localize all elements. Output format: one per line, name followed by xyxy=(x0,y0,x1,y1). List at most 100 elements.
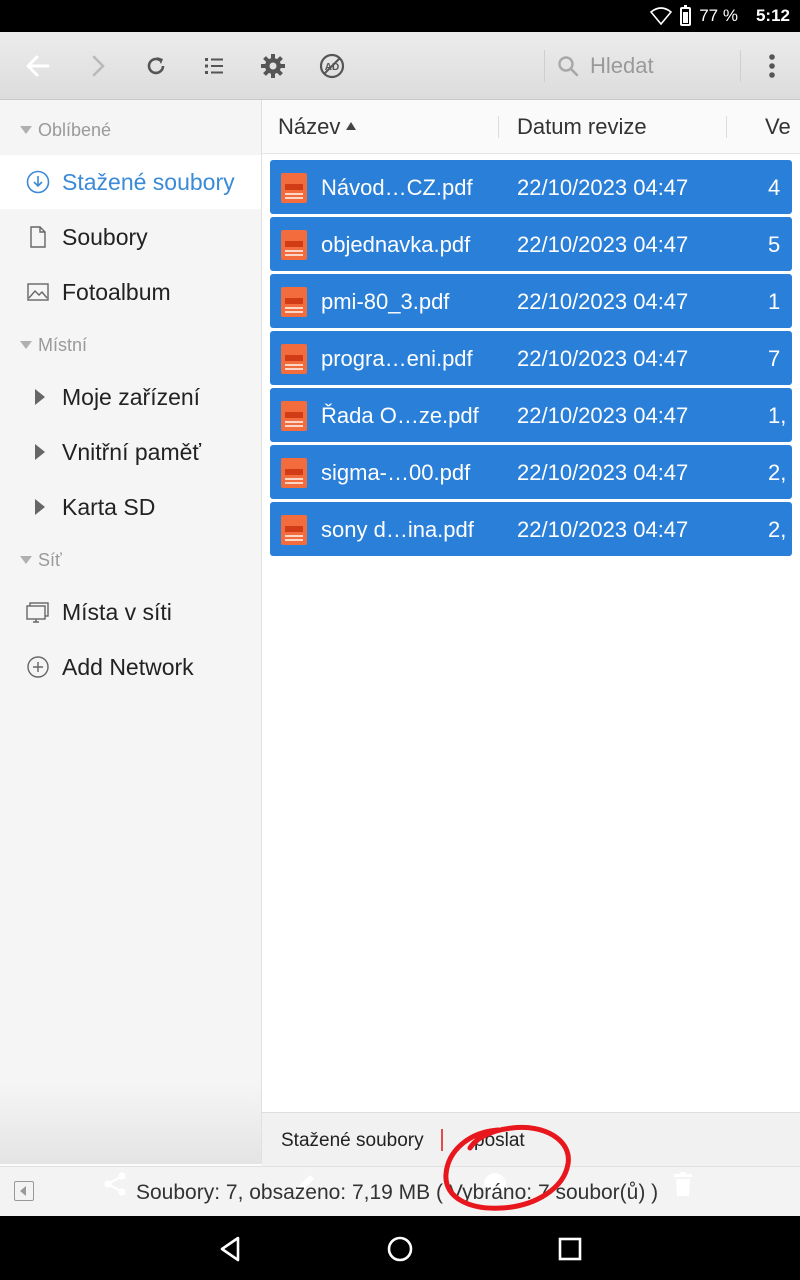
column-name-header[interactable]: Název xyxy=(278,114,357,140)
section-favorites[interactable]: Oblíbené xyxy=(20,118,111,142)
toolbar: AD Hledat xyxy=(0,32,800,100)
expand-arrow-icon xyxy=(35,499,45,515)
table-row[interactable]: sony d…ina.pdf 22/10/2023 04:47 2, xyxy=(270,502,792,556)
sidebar-item-label: Místa v síti xyxy=(62,598,172,625)
column-header: Název Datum revize Ve xyxy=(262,100,800,154)
table-row[interactable]: objednavka.pdf 22/10/2023 04:47 5 xyxy=(270,217,792,271)
pdf-file-icon xyxy=(281,458,307,488)
download-icon xyxy=(26,170,50,194)
clock: 5:12 xyxy=(755,6,790,25)
sidebar-fade xyxy=(0,1084,261,1164)
file-date: 22/10/2023 04:47 xyxy=(517,232,689,257)
file-date: 22/10/2023 04:47 xyxy=(517,403,689,428)
table-row[interactable]: Návod…CZ.pdf 22/10/2023 04:47 4 xyxy=(270,160,792,214)
sidebar-item-downloads[interactable]: Stažené soubory xyxy=(0,155,261,209)
monitor-icon xyxy=(26,602,49,623)
file-name: pmi-80_3.pdf xyxy=(321,289,450,314)
system-nav-bar xyxy=(0,1216,800,1280)
list-view-icon xyxy=(205,58,223,74)
pdf-file-icon xyxy=(281,230,307,260)
send-action-label[interactable]: poslat xyxy=(474,1130,525,1152)
share-button[interactable] xyxy=(98,1167,132,1201)
section-local[interactable]: Místní xyxy=(20,333,87,357)
arrow-right-icon xyxy=(92,55,105,77)
search-icon xyxy=(558,56,579,77)
wifi-icon xyxy=(650,7,673,25)
search-placeholder: Hledat xyxy=(590,53,654,78)
sidebar-item-label: Vnitřní paměť xyxy=(62,438,202,465)
file-date: 22/10/2023 04:47 xyxy=(517,346,689,371)
file-size: 7 xyxy=(768,346,781,371)
sidebar: Oblíbené Stažené soubory Soubory Fotoalb… xyxy=(0,100,262,1164)
table-row[interactable]: pmi-80_3.pdf 22/10/2023 04:47 1 xyxy=(270,274,792,328)
file-size: 2, xyxy=(768,517,787,542)
battery-level: 77 % xyxy=(699,6,738,25)
table-row[interactable]: progra…eni.pdf 22/10/2023 04:47 7 xyxy=(270,331,792,385)
share-icon xyxy=(104,1172,126,1196)
expand-arrow-icon xyxy=(35,389,45,405)
file-name: Návod…CZ.pdf xyxy=(321,175,473,200)
breadcrumb: Stažené soubory poslat xyxy=(262,1112,800,1166)
file-name: progra…eni.pdf xyxy=(321,346,473,371)
table-row[interactable]: sigma-…00.pdf 22/10/2023 04:47 2, xyxy=(270,445,792,499)
file-name: sony d…ina.pdf xyxy=(321,517,474,542)
collapse-sidebar-icon[interactable] xyxy=(14,1181,34,1201)
column-divider xyxy=(726,116,727,138)
sidebar-item-add-network[interactable]: Add Network xyxy=(0,640,261,694)
nav-home-icon[interactable] xyxy=(385,1234,415,1264)
sidebar-item-label: Moje zařízení xyxy=(62,383,201,410)
file-list-pane: Název Datum revize Ve Návod…CZ.pdf 22/10/… xyxy=(262,100,800,1144)
file-date: 22/10/2023 04:47 xyxy=(517,289,689,314)
battery-icon xyxy=(680,4,692,26)
status-bar: 77 % 5:12 xyxy=(0,0,800,32)
back-button[interactable] xyxy=(18,46,58,86)
trash-icon xyxy=(674,1172,692,1196)
sidebar-item-sd-card[interactable]: Karta SD xyxy=(0,480,261,534)
section-network[interactable]: Síť xyxy=(20,548,62,572)
sidebar-item-label: Karta SD xyxy=(62,493,156,520)
pdf-file-icon xyxy=(281,173,307,203)
sidebar-item-label: Stažené soubory xyxy=(62,168,235,195)
file-icon xyxy=(30,226,46,248)
table-row[interactable]: Řada O…ze.pdf 22/10/2023 04:47 1, xyxy=(270,388,792,442)
more-vert-icon xyxy=(769,54,775,78)
sidebar-item-my-device[interactable]: Moje zařízení xyxy=(0,370,261,424)
file-size: 5 xyxy=(768,232,781,257)
list-view-button[interactable] xyxy=(194,46,234,86)
collapse-triangle-icon xyxy=(20,126,32,134)
column-divider xyxy=(498,116,499,138)
sidebar-item-files[interactable]: Soubory xyxy=(0,210,261,264)
sidebar-item-network-places[interactable]: Místa v síti xyxy=(0,585,261,639)
arrow-left-icon xyxy=(26,55,50,77)
gear-icon xyxy=(261,54,285,78)
breadcrumb-downloads[interactable]: Stažené soubory xyxy=(281,1130,424,1152)
column-size-header[interactable]: Ve xyxy=(765,114,791,140)
delete-button[interactable] xyxy=(666,1167,700,1201)
file-size: 2, xyxy=(768,460,787,485)
file-date: 22/10/2023 04:47 xyxy=(517,460,689,485)
pdf-file-icon xyxy=(281,344,307,374)
column-date-header[interactable]: Datum revize xyxy=(517,114,647,140)
search-input[interactable]: Hledat xyxy=(556,46,736,86)
expand-arrow-icon xyxy=(35,444,45,460)
nav-recents-icon[interactable] xyxy=(555,1234,585,1264)
sidebar-item-label: Add Network xyxy=(62,653,194,680)
sidebar-item-photo-album[interactable]: Fotoalbum xyxy=(0,265,261,319)
pdf-file-icon xyxy=(281,515,307,545)
overflow-menu-button[interactable] xyxy=(752,46,792,86)
file-name: sigma-…00.pdf xyxy=(321,460,471,485)
file-manager-app: AD Hledat Oblíbené Stažené soubory Soubo… xyxy=(0,32,800,1216)
file-name: objednavka.pdf xyxy=(321,232,471,257)
add-circle-icon xyxy=(27,656,49,678)
sidebar-item-internal-storage[interactable]: Vnitřní paměť xyxy=(0,425,261,479)
action-bar: Soubory: 7, obsazeno: 7,19 MB ( Vybráno:… xyxy=(0,1166,800,1216)
refresh-button[interactable] xyxy=(136,46,176,86)
sidebar-item-label: Soubory xyxy=(62,223,148,250)
settings-button[interactable] xyxy=(253,46,293,86)
sort-ascending-icon xyxy=(346,122,357,130)
ad-block-button[interactable]: AD xyxy=(312,46,352,86)
collapse-triangle-icon xyxy=(20,556,32,564)
nav-back-icon[interactable] xyxy=(216,1234,246,1264)
file-name: Řada O…ze.pdf xyxy=(321,403,479,428)
forward-button[interactable] xyxy=(78,46,118,86)
